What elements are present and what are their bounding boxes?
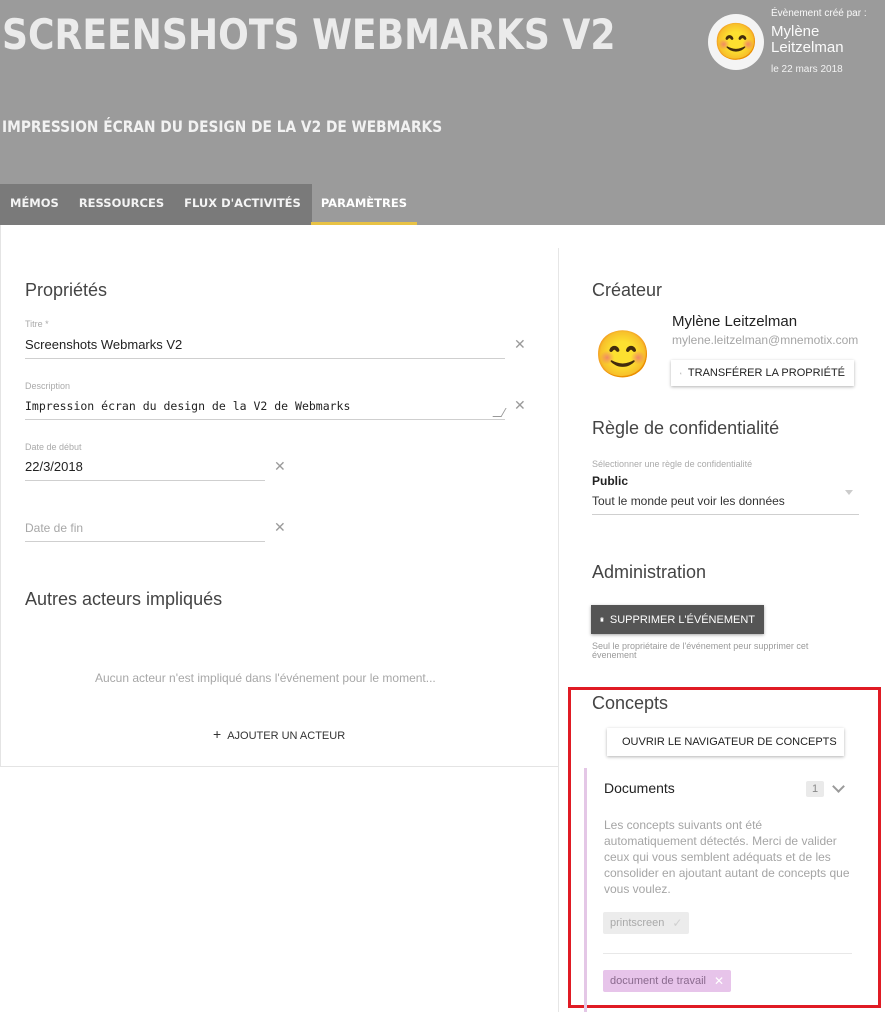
close-icon[interactable]: ✕: [714, 974, 724, 988]
privacy-selected-desc: Tout le monde peut voir les données: [592, 494, 785, 508]
tab-memos[interactable]: MÉMOS: [0, 184, 69, 225]
transfer-ownership-label: TRANSFÉRER LA PROPRIÉTÉ: [687, 367, 845, 379]
tab-flux-activites[interactable]: FLUX D'ACTIVITÉS: [174, 184, 311, 225]
clear-description-icon[interactable]: ✕: [514, 398, 526, 412]
open-concepts-navigator-button[interactable]: OUVRIR LE NAVIGATEUR DE CONCEPTS: [607, 728, 844, 756]
selected-concept-label: document de travail: [610, 975, 706, 987]
tab-parametres[interactable]: PARAMÈTRES: [310, 184, 417, 225]
trash-icon: [600, 617, 604, 622]
privacy-select-label: Sélectionner une règle de confidentialit…: [592, 459, 753, 469]
creator-last-name: Leitzelman: [771, 39, 844, 56]
end-date-underline: [25, 541, 265, 542]
start-date-field[interactable]: 22/3/2018: [25, 459, 83, 474]
add-actor-label: AJOUTER UN ACTEUR: [227, 730, 346, 742]
suggested-concept-chip[interactable]: printscreen ✓: [603, 912, 690, 934]
documents-title[interactable]: Documents: [604, 780, 675, 796]
avatar[interactable]: 😊: [708, 14, 764, 70]
tab-bar: MÉMOS RESSOURCES FLUX D'ACTIVITÉS PARAMÈ…: [0, 184, 417, 225]
selected-concept-chip[interactable]: document de travail ✕: [603, 970, 732, 992]
clear-start-date-icon[interactable]: ✕: [274, 459, 286, 473]
creator-email: mylene.leitzelman@mnemotix.com: [672, 333, 859, 347]
end-date-field[interactable]: Date de fin: [25, 521, 83, 535]
creator-section-title: Créateur: [592, 280, 663, 300]
event-subtitle: IMPRESSION ÉCRAN DU DESIGN DE LA V2 DE W…: [2, 117, 443, 136]
chevron-down-icon: [845, 490, 853, 495]
delete-event-label: SUPPRIMER L'ÉVÉNEMENT: [609, 613, 755, 626]
event-header: SCREENSHOTS WEBMARKS V2 IMPRESSION ÉCRAN…: [0, 0, 885, 225]
start-date-underline: [25, 480, 265, 481]
clear-titre-icon[interactable]: ✕: [514, 337, 526, 351]
delete-note: Seul le propriétaire de l'événement peur…: [592, 641, 809, 660]
description-label: Description: [25, 381, 71, 391]
titre-field[interactable]: Screenshots Webmarks V2: [25, 337, 182, 352]
column-divider: [558, 248, 559, 1012]
start-date-label: Date de début: [25, 442, 82, 452]
description-underline: [25, 419, 505, 420]
titre-label: Titre *: [25, 319, 49, 329]
documents-count-badge: 1: [806, 781, 824, 797]
clear-end-date-icon[interactable]: ✕: [274, 520, 286, 534]
suggested-concept-label: printscreen: [610, 917, 665, 929]
privacy-title: Règle de confidentialité: [592, 418, 780, 438]
created-by-label: Évènement créé par :: [771, 8, 867, 19]
description-field[interactable]: Impression écran du design de la V2 de W…: [25, 399, 350, 413]
documents-accent-bar: [584, 768, 587, 1012]
documents-description: Les concepts suivants ont été automatiqu…: [604, 818, 850, 896]
actors-empty-message: Aucun acteur n'est impliqué dans l'événe…: [95, 671, 436, 685]
transfer-ownership-button[interactable]: TRANSFÉRER LA PROPRIÉTÉ: [671, 360, 854, 386]
titre-underline: [25, 358, 505, 359]
person-walking-icon: [680, 372, 682, 374]
check-icon[interactable]: ✓: [672, 916, 682, 930]
plus-icon: +: [213, 726, 222, 742]
actors-title: Autres acteurs impliqués: [25, 589, 223, 609]
concepts-title: Concepts: [592, 693, 669, 713]
open-concepts-navigator-label: OUVRIR LE NAVIGATEUR DE CONCEPTS: [622, 736, 837, 748]
privacy-select[interactable]: Public Tout le monde peut voir les donné…: [592, 473, 859, 515]
header-creator: 😊 Évènement créé par : Mylène Leitzelman…: [708, 8, 888, 88]
concepts-divider: [603, 953, 852, 954]
privacy-selected-value: Public: [592, 474, 629, 488]
creator-full-name: Mylène Leitzelman: [672, 313, 798, 330]
creator-name[interactable]: Mylène Leitzelman: [771, 24, 881, 56]
left-panel: [0, 225, 559, 767]
created-date: le 22 mars 2018: [771, 64, 843, 75]
event-title: SCREENSHOTS WEBMARKS V2: [2, 10, 616, 59]
creator-avatar: 😊: [594, 327, 652, 380]
delete-event-button[interactable]: SUPPRIMER L'ÉVÉNEMENT: [591, 605, 764, 634]
properties-title: Propriétés: [25, 280, 108, 300]
tab-ressources[interactable]: RESSOURCES: [69, 184, 174, 225]
add-actor-button[interactable]: + AJOUTER UN ACTEUR: [213, 726, 345, 742]
administration-title: Administration: [592, 562, 707, 582]
creator-first-name: Mylène: [771, 23, 820, 40]
